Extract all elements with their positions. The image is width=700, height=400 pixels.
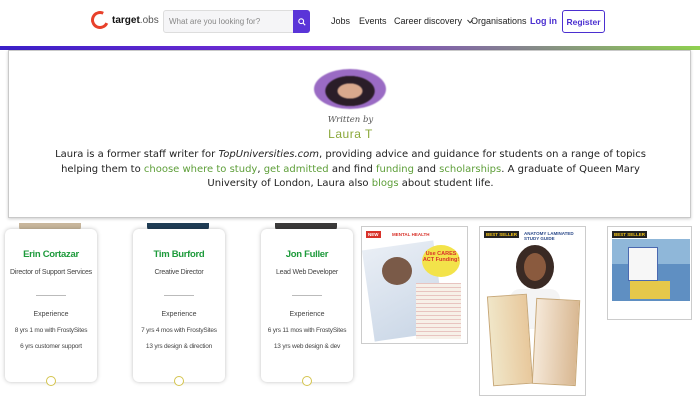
link-get-admitted[interactable]: get admitted: [264, 164, 329, 175]
product-title: ANATOMY LAMINATED STUDY GUIDE: [524, 231, 574, 241]
register-button[interactable]: Register: [562, 10, 605, 33]
product-image-mental-health[interactable]: NEW MENTAL HEALTH Use CARES ACT Funding!: [361, 226, 468, 344]
member-title: Director of Support Services: [10, 269, 92, 276]
author-panel: Written by Laura T Laura is a former sta…: [8, 50, 691, 218]
anatomy-chart-right: [531, 297, 581, 387]
nav-career-discovery[interactable]: Career discovery: [394, 16, 473, 26]
author-name[interactable]: Laura T: [9, 127, 692, 141]
badge-icon: [302, 376, 312, 386]
experience-line: 7 yrs 4 mos with FrostySites: [141, 327, 217, 334]
chart-page: [416, 283, 461, 339]
experience-line: 13 yrs web design & dev: [273, 343, 341, 350]
search-input[interactable]: [164, 11, 289, 32]
experience-label: Experience: [161, 311, 197, 318]
product-tag: NEW: [366, 231, 381, 238]
experience-line: 13 yrs design & direction: [145, 343, 213, 350]
search-button[interactable]: [293, 10, 310, 33]
logo-text: target.obs: [112, 14, 159, 26]
divider: [292, 295, 322, 296]
logo-mark-icon: [88, 8, 112, 32]
link-funding[interactable]: funding: [376, 164, 414, 175]
experience-line: 6 yrs 11 mos with FrostySites: [267, 327, 347, 334]
team-card: Jon Fuller Lead Web Developer Experience…: [261, 229, 353, 386]
badge-icon: [174, 376, 184, 386]
funding-badge: Use CARES ACT Funding!: [422, 245, 460, 277]
link-scholarships[interactable]: scholarships: [439, 164, 501, 175]
experience-line: 6 yrs customer support: [20, 343, 82, 350]
author-avatar: [314, 69, 386, 109]
team-card: Erin Cortazar Director of Support Servic…: [5, 229, 97, 386]
product-image-third[interactable]: BEST SELLER: [607, 226, 692, 320]
site-logo[interactable]: target.obs: [88, 8, 159, 32]
book-stack: [630, 281, 670, 299]
link-choose-where-to-study[interactable]: choose where to study: [144, 164, 257, 175]
person-illustration: [382, 257, 412, 285]
nav-organisations[interactable]: Organisations: [471, 16, 527, 26]
member-name: Erin Cortazar: [23, 249, 79, 260]
product-title: MENTAL HEALTH: [392, 232, 430, 237]
written-by-label: Written by: [327, 115, 374, 125]
top-navbar: target.obs Jobs Events Career discovery …: [0, 0, 700, 43]
author-bio: Laura is a former staff writer for TopUn…: [55, 149, 646, 189]
divider: [36, 295, 66, 296]
experience-label: Experience: [33, 311, 69, 318]
member-name: Tim Burford: [153, 249, 205, 260]
search-icon: [297, 17, 306, 26]
login-link[interactable]: Log in: [530, 16, 557, 26]
product-image-anatomy[interactable]: BEST SELLER ANATOMY LAMINATED STUDY GUID…: [479, 226, 586, 396]
divider: [164, 295, 194, 296]
anatomy-chart-left: [486, 293, 534, 387]
link-blogs[interactable]: blogs: [372, 178, 399, 189]
nav-jobs[interactable]: Jobs: [331, 16, 350, 26]
team-card: Tim Burford Creative Director Experience…: [133, 229, 225, 386]
product-tag: BEST SELLER: [612, 231, 648, 238]
experience-line: 8 yrs 1 mo with FrostySites: [14, 327, 88, 334]
experience-label: Experience: [289, 311, 325, 318]
badge-icon: [46, 376, 56, 386]
book-illustration: [628, 247, 658, 281]
search-box: [163, 10, 310, 33]
member-name: Jon Fuller: [285, 249, 329, 260]
member-title: Creative Director: [154, 269, 204, 276]
person-face: [524, 253, 546, 281]
nav-career-discovery-label: Career discovery: [394, 16, 463, 26]
nav-events[interactable]: Events: [359, 16, 387, 26]
member-title: Lead Web Developer: [275, 269, 339, 276]
site-name: TopUniversities.com: [218, 149, 319, 160]
product-tag: BEST SELLER: [484, 231, 520, 238]
